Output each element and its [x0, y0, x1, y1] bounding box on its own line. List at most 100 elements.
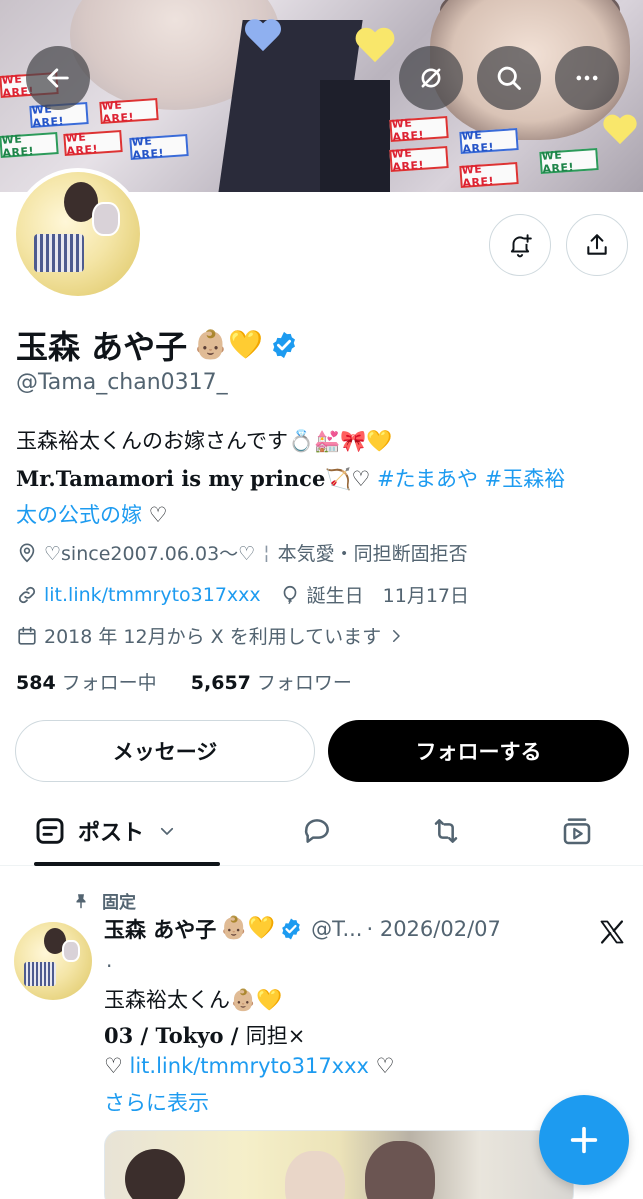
- post-text-line-3: ♡ lit.link/tmmryto317xxx ♡: [104, 1054, 394, 1078]
- tab-media[interactable]: [561, 798, 593, 864]
- location-text: ♡since2007.06.03〜♡: [44, 543, 256, 565]
- post-heart-prefix: ♡: [104, 1054, 130, 1078]
- show-more-link[interactable]: さらに表示: [104, 1087, 209, 1117]
- grok-icon: [421, 68, 441, 88]
- banner-sticker: WE ARE!: [539, 148, 599, 176]
- share-icon: [587, 234, 607, 255]
- posts-icon: [36, 818, 64, 844]
- notify-button[interactable]: [489, 214, 551, 276]
- post-avatar-photo: [62, 940, 80, 962]
- back-arrow-icon: [47, 68, 69, 88]
- post-media-image[interactable]: [104, 1130, 574, 1199]
- verified-badge-icon: [282, 918, 300, 940]
- post-author-emojis: 👶🏼💛: [220, 916, 276, 941]
- message-button[interactable]: メッセージ: [15, 720, 315, 782]
- post-text-serif: 03 / Tokyo /: [104, 1023, 246, 1048]
- banner-dark-panel-2: [320, 80, 390, 192]
- followers-label: フォロワー: [256, 672, 352, 694]
- joined-text: 2018 年 12月から X を利用しています: [44, 626, 382, 648]
- website-link[interactable]: lit.link/tmmryto317xxx: [44, 584, 261, 606]
- hashtag-link[interactable]: #たまあや: [377, 467, 478, 491]
- follow-counts: 584 フォロー中 5,657 フォロワー: [16, 668, 352, 695]
- post-author-handle[interactable]: @T...: [311, 917, 362, 941]
- more-button[interactable]: [555, 46, 619, 110]
- reply-bubble-icon: [304, 819, 329, 843]
- back-button[interactable]: [26, 46, 90, 110]
- bio-line-1: 玉森裕太くんのお嫁さんです💍💒🎀💛: [16, 429, 393, 453]
- share-button[interactable]: [566, 214, 628, 276]
- profile-avatar[interactable]: [12, 168, 144, 300]
- x-logo-icon: [600, 920, 624, 944]
- tab-posts-label: ポスト: [78, 821, 145, 846]
- media-shape: [365, 1141, 435, 1199]
- media-shape: [285, 1151, 345, 1199]
- location-extra-text: 本気愛・同担断固拒否: [277, 543, 468, 565]
- link-icon: [18, 586, 36, 603]
- media-shape: [125, 1149, 185, 1199]
- chevron-down-icon: [160, 827, 174, 835]
- profile-handle: @Tama_chan0317_: [16, 370, 228, 395]
- yellow-heart-icon: [602, 115, 638, 149]
- search-button[interactable]: [477, 46, 541, 110]
- compose-button[interactable]: [539, 1095, 629, 1185]
- banner-sticker: WE ARE!: [459, 162, 519, 190]
- banner-sticker: WE ARE!: [129, 134, 189, 162]
- banner-sticker: WE ARE!: [459, 128, 519, 156]
- post-link[interactable]: lit.link/tmmryto317xxx: [130, 1054, 369, 1078]
- pinned-text: 固定: [102, 893, 136, 913]
- following-link[interactable]: 584 フォロー中: [16, 672, 157, 694]
- more-dots-icon: [576, 75, 598, 81]
- pinned-label: 固定: [72, 888, 136, 913]
- bio-prince-text: Mr.Tamamori is my prince: [16, 466, 326, 491]
- calendar-icon: [18, 626, 36, 645]
- verified-badge-icon[interactable]: [269, 330, 299, 360]
- profile-name: 玉森 あや子: [16, 328, 188, 366]
- media-play-icon: [563, 818, 591, 845]
- post-date[interactable]: · 2026/02/07: [366, 917, 500, 941]
- banner-sticker: WE ARE!: [389, 146, 449, 174]
- blue-heart-icon: [244, 20, 283, 56]
- hashtag-link-cont[interactable]: 太の公式の嫁: [16, 503, 142, 527]
- bio-line-2: Mr.Tamamori is my prince🏹♡ #たまあや #玉森裕 太の…: [16, 461, 626, 533]
- tab-reposts[interactable]: [430, 798, 462, 864]
- post-text-line-2: 03 / Tokyo / 同担×: [104, 1020, 305, 1050]
- location-separator: ¦: [263, 541, 270, 564]
- grok-button[interactable]: [399, 46, 463, 110]
- plus-icon: [570, 1126, 598, 1154]
- location-pin-icon: [19, 542, 35, 562]
- bio-tail: ♡: [142, 503, 168, 527]
- balloon-icon: [283, 585, 296, 604]
- banner-sticker: WE ARE!: [63, 130, 123, 158]
- birthday-text: 誕生日 11月17日: [306, 585, 470, 607]
- banner-sticker: WE ARE!: [99, 98, 159, 126]
- avatar-image: [16, 172, 140, 296]
- hashtag-link[interactable]: #玉森裕: [485, 467, 566, 491]
- banner-sticker: WE ARE!: [0, 132, 59, 160]
- tab-posts[interactable]: ポスト: [34, 798, 220, 864]
- active-tab-indicator: [34, 862, 220, 866]
- post-text-rest: 同担×: [245, 1024, 306, 1048]
- pin-icon: [76, 893, 86, 908]
- profile-meta-joined[interactable]: 2018 年 12月から X を利用しています: [16, 622, 411, 649]
- profile-meta-location: ♡since2007.06.03〜♡ ¦ 本気愛・同担断固拒否: [16, 539, 468, 566]
- followers-link[interactable]: 5,657 フォロワー: [191, 672, 352, 694]
- profile-banner[interactable]: WE ARE! WE ARE! WE ARE! WE ARE! WE ARE! …: [0, 0, 643, 192]
- post-avatar[interactable]: [14, 922, 92, 1000]
- following-count: 584: [16, 672, 56, 694]
- profile-name-row: 玉森 あや子 👶🏼💛: [16, 322, 299, 368]
- tab-replies[interactable]: [301, 798, 333, 864]
- banner-sticker: WE ARE!: [389, 116, 449, 144]
- profile-tabs: ポスト: [0, 798, 643, 866]
- profile-meta-website: lit.link/tmmryto317xxx 誕生日 11月17日: [16, 581, 469, 608]
- follow-button[interactable]: フォローする: [328, 720, 629, 782]
- followers-count: 5,657: [190, 672, 251, 694]
- profile-name-emojis: 👶🏼💛: [193, 328, 263, 361]
- search-icon: [497, 66, 521, 90]
- post-author-name[interactable]: 玉森 あや子: [104, 914, 216, 944]
- yellow-heart-icon: [354, 28, 396, 67]
- post-avatar-bag: [24, 962, 56, 986]
- bio-emoji: 🏹♡: [325, 467, 371, 491]
- avatar-photo: [92, 202, 120, 236]
- post-header: 玉森 あや子 👶🏼💛 @T... · 2026/02/07: [104, 914, 501, 944]
- repost-icon: [434, 819, 458, 843]
